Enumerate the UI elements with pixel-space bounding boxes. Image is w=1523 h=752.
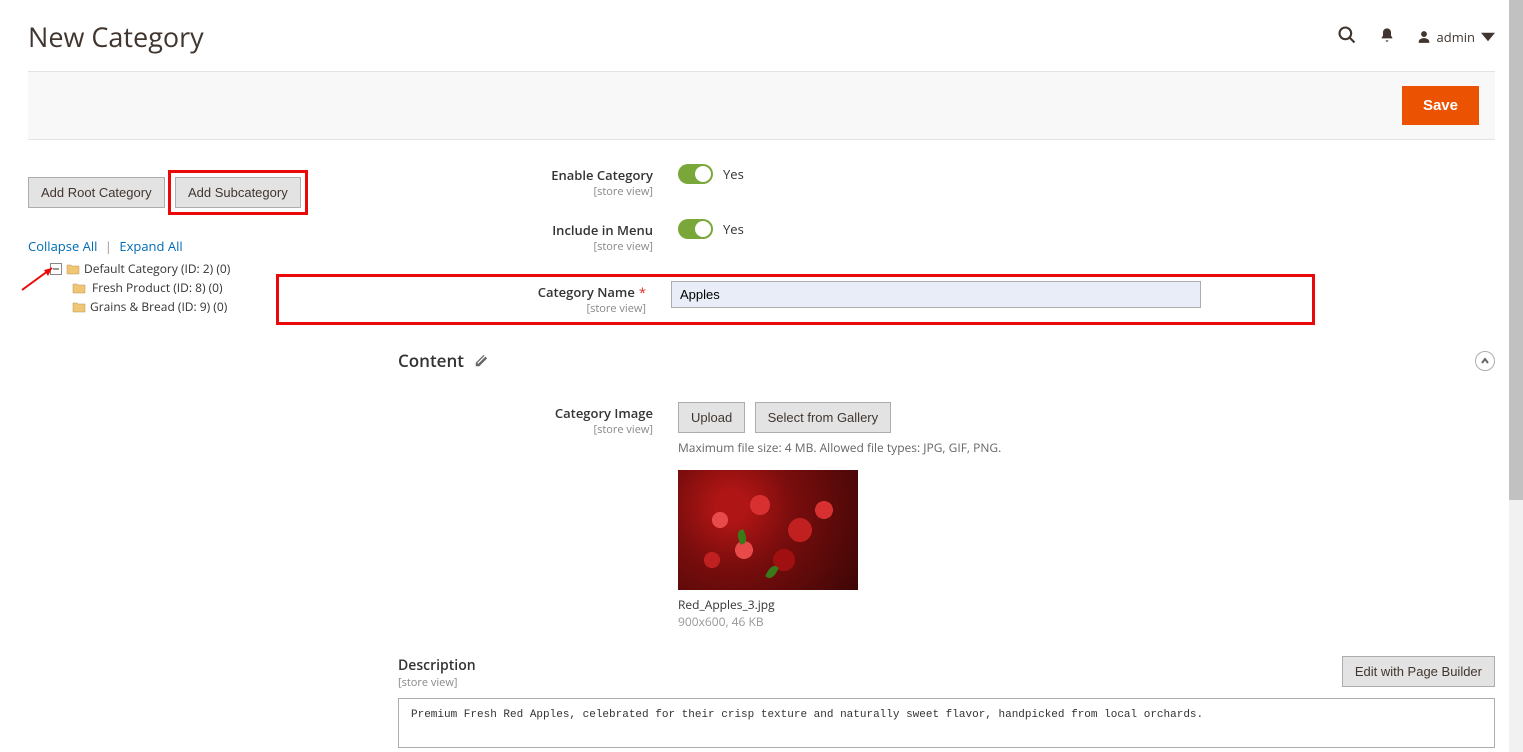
page-title: New Category — [28, 18, 204, 55]
folder-icon — [72, 301, 86, 313]
enable-label: Enable Category — [551, 166, 653, 184]
collapse-toggle[interactable] — [1475, 351, 1495, 371]
search-icon[interactable] — [1337, 25, 1357, 49]
name-label: Category Name — [538, 283, 635, 301]
gallery-button[interactable]: Select from Gallery — [755, 402, 892, 433]
folder-icon — [66, 263, 80, 275]
divider: | — [105, 237, 112, 255]
category-name-input[interactable] — [671, 281, 1201, 308]
folder-icon — [72, 282, 86, 294]
required-mark: * — [639, 283, 646, 301]
file-name: Red_Apples_3.jpg — [678, 596, 1495, 613]
tree-label: Fresh Product (ID: 8) (0) — [90, 279, 225, 296]
file-size: 900x600, 46 KB — [678, 613, 1495, 630]
edit-pagebuilder-button[interactable]: Edit with Page Builder — [1342, 656, 1495, 687]
add-sub-button[interactable]: Add Subcategory — [175, 177, 301, 208]
arrow-annotation — [20, 262, 60, 292]
scope-label: [store view] — [281, 301, 646, 316]
enable-value: Yes — [723, 165, 744, 183]
content-section-title[interactable]: Content — [398, 349, 488, 372]
scope-label: [store view] — [398, 422, 653, 437]
menu-label: Include in Menu — [552, 221, 653, 239]
scope-label: [store view] — [398, 239, 653, 254]
action-bar: Save — [28, 71, 1495, 140]
add-root-button[interactable]: Add Root Category — [28, 177, 165, 208]
user-menu[interactable]: admin — [1417, 28, 1495, 46]
image-label: Category Image — [555, 404, 653, 422]
description-editor[interactable]: Premium Fresh Red Apples, celebrated for… — [398, 698, 1495, 748]
upload-button[interactable]: Upload — [678, 402, 745, 433]
description-label: Description — [398, 656, 476, 675]
annotation-box-addsub: Add Subcategory — [168, 170, 308, 215]
enable-toggle[interactable] — [678, 164, 713, 184]
expand-all-link[interactable]: Expand All — [119, 237, 182, 255]
tree-label: Grains & Bread (ID: 9) (0) — [90, 298, 227, 315]
menu-toggle[interactable] — [678, 219, 713, 239]
scope-label: [store view] — [398, 184, 653, 199]
bell-icon[interactable] — [1379, 26, 1395, 48]
collapse-all-link[interactable]: Collapse All — [28, 237, 97, 255]
tree-label: Default Category (ID: 2) (0) — [84, 260, 230, 277]
save-button[interactable]: Save — [1402, 86, 1479, 125]
pencil-icon — [474, 354, 488, 368]
scope-label: [store view] — [398, 675, 476, 690]
annotation-box-name: Category Name* [store view] — [276, 274, 1315, 325]
user-label: admin — [1437, 28, 1475, 46]
menu-value: Yes — [723, 220, 744, 238]
upload-hint: Maximum file size: 4 MB. Allowed file ty… — [678, 439, 1495, 456]
image-preview[interactable] — [678, 470, 858, 590]
